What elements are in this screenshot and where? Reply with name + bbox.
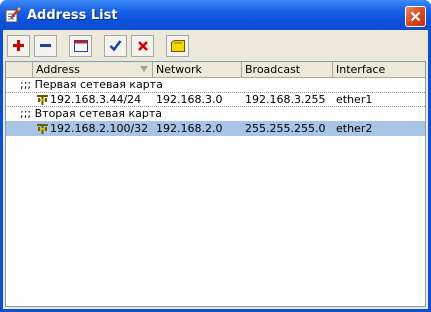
address-table[interactable]: Address Network Broadcast Interface ;;; … bbox=[5, 61, 426, 307]
title-bar[interactable]: Address List bbox=[0, 0, 431, 30]
plus-icon bbox=[13, 40, 24, 51]
table-row[interactable]: 192.168.3.44/24 192.168.3.0 192.168.3.25… bbox=[6, 92, 425, 107]
disable-button[interactable] bbox=[131, 34, 154, 57]
column-header-address[interactable]: Address bbox=[33, 62, 153, 77]
row-flags bbox=[6, 122, 33, 136]
network-cell: 192.168.3.0 bbox=[156, 92, 223, 106]
toolbar bbox=[3, 30, 428, 61]
broadcast-cell: 255.255.255.0 bbox=[245, 121, 326, 135]
window-icon bbox=[73, 39, 88, 52]
address-icon bbox=[37, 94, 48, 105]
network-cell: 192.168.2.0 bbox=[156, 121, 223, 135]
address-icon bbox=[37, 123, 48, 134]
close-icon bbox=[410, 11, 421, 22]
sort-arrow-icon bbox=[140, 66, 148, 72]
column-header-network[interactable]: Network bbox=[153, 62, 242, 77]
broadcast-cell: 192.168.3.255 bbox=[245, 92, 326, 106]
add-button[interactable] bbox=[7, 34, 30, 57]
column-header-broadcast[interactable]: Broadcast bbox=[242, 62, 333, 77]
enable-button[interactable] bbox=[104, 34, 127, 57]
comment-row[interactable]: ;;; Первая сетевая карта bbox=[6, 78, 425, 92]
address-list-window: Address List Address Network Broadcast I… bbox=[0, 0, 431, 312]
close-button[interactable] bbox=[405, 6, 426, 27]
minus-icon bbox=[40, 44, 51, 47]
interface-cell: ether1 bbox=[336, 92, 373, 106]
remove-button[interactable] bbox=[34, 34, 57, 57]
address-cell: 192.168.2.100/32 bbox=[33, 122, 153, 136]
window-title: Address List bbox=[27, 7, 118, 23]
comment-prefix: ;;; bbox=[20, 107, 32, 120]
column-header-flags[interactable] bbox=[6, 62, 33, 77]
address-cell: 192.168.3.44/24 bbox=[33, 93, 153, 107]
row-flags bbox=[6, 93, 33, 107]
comment-text: Первая сетевая карта bbox=[34, 78, 163, 91]
table-row-selected[interactable]: 192.168.2.100/32 192.168.2.0 255.255.255… bbox=[6, 121, 425, 136]
x-icon bbox=[137, 40, 148, 51]
comment-note-icon bbox=[170, 39, 185, 52]
comment-text: Вторая сетевая карта bbox=[34, 107, 162, 120]
notepad-pencil-icon[interactable] bbox=[5, 7, 21, 23]
client-area: Address Network Broadcast Interface ;;; … bbox=[3, 30, 428, 309]
comment-button[interactable] bbox=[166, 34, 189, 57]
interface-cell: ether2 bbox=[336, 121, 373, 135]
open-window-button[interactable] bbox=[69, 34, 92, 57]
comment-row[interactable]: ;;; Вторая сетевая карта bbox=[6, 107, 425, 121]
column-header-interface[interactable]: Interface bbox=[333, 62, 425, 77]
comment-prefix: ;;; bbox=[20, 78, 32, 91]
table-header: Address Network Broadcast Interface bbox=[6, 62, 425, 78]
checkmark-icon bbox=[109, 40, 122, 52]
